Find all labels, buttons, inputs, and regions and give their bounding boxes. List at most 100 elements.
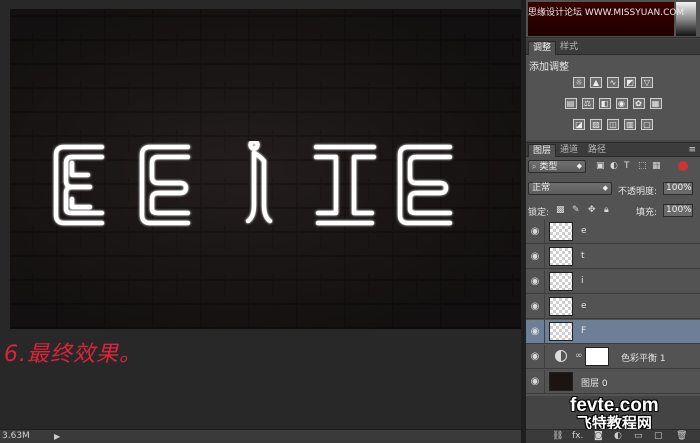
adjustment-row-1: ☼ ▲ ∿ ◩ ▽ [526, 77, 700, 88]
color-panel: 思缘设计论坛 WWW.MISSYUAN.COM [526, 0, 700, 38]
letter-e-3 [397, 144, 453, 226]
layer-filter-select[interactable]: ⌕ 类型 ◆ [528, 160, 586, 173]
layer-name: F [581, 326, 587, 336]
adjustment-row-3: ◪ ▨ ◫ ▥ ▢ [526, 119, 700, 130]
layer-name: e [581, 226, 587, 236]
link-icon[interactable]: ⛓ [552, 431, 563, 441]
exposure-icon[interactable]: ◩ [624, 77, 636, 88]
black-white-icon[interactable]: ◧ [598, 98, 611, 109]
add-adjustment-label: 添加调整 [529, 62, 569, 73]
filter-shape-icon[interactable]: ⬚ [638, 161, 647, 171]
doc-size-readout: 3.63M [2, 431, 30, 441]
photoshop-window: 6.最终效果。 3.63M ▶ 思缘设计论坛 WWW.MISSYUAN.COM … [0, 0, 700, 443]
watermark-text: 思缘设计论坛 WWW.MISSYUAN.COM [528, 8, 685, 18]
blend-mode-value: 正常 [532, 183, 551, 193]
visibility-eye-icon[interactable]: ◉ [528, 376, 542, 387]
watermark-domain: fevte.com [570, 395, 659, 416]
curves-icon[interactable]: ∿ [607, 77, 619, 88]
new-layer-icon[interactable]: ▢ [654, 431, 663, 441]
filter-toggle-icon[interactable] [678, 161, 688, 171]
filter-pixel-icon[interactable]: ▣ [596, 161, 605, 171]
filter-type-icon[interactable]: T [624, 161, 630, 171]
layer-row[interactable]: ◉ i [526, 270, 700, 294]
lock-position-icon[interactable]: ✥ [588, 205, 596, 215]
lock-all-icon[interactable]: 🔒︎ [604, 205, 609, 215]
layer-row[interactable]: ◉ t [526, 245, 700, 269]
layer-name: i [581, 276, 584, 286]
site-watermark: fevte.com 飞特教程网 [570, 396, 659, 431]
right-panel-dock: 思缘设计论坛 WWW.MISSYUAN.COM 调整 样式 添加调整 ☼ ▲ ∿… [526, 0, 700, 443]
visibility-eye-icon[interactable]: ◉ [528, 351, 542, 362]
lock-label: 锁定: [528, 208, 550, 218]
layers-toolbar: ⌕ 类型 ◆ ▣ ◐ T ⬚ ▦ 正常 ◆ 不透明度: 100% 锁定: ▩ ✎ ✥… [526, 157, 700, 220]
invert-icon[interactable]: ◪ [573, 119, 585, 130]
letter-t [313, 144, 377, 226]
visibility-eye-icon[interactable]: ◉ [528, 251, 542, 262]
visibility-eye-icon[interactable]: ◉ [528, 326, 542, 337]
opacity-field[interactable]: 100% [663, 182, 693, 195]
layer-thumbnail [549, 372, 573, 391]
letter-i [245, 141, 273, 224]
brightness-icon[interactable]: ☼ [573, 77, 585, 88]
lock-transparent-icon[interactable]: ▩ [556, 205, 565, 215]
adjustments-tabbar: 调整 样式 [526, 39, 700, 55]
channel-mixer-icon[interactable]: ✿ [632, 98, 645, 109]
color-balance-icon [555, 350, 567, 362]
layer-row[interactable]: ◉ e [526, 295, 700, 319]
adjustments-panel: 添加调整 ☼ ▲ ∿ ◩ ▽ ▤ ⚖ ◧ ◉ ✿ ▦ ◪ ▨ ◫ ▥ ▢ [526, 55, 700, 140]
layer-thumbnail [549, 297, 573, 316]
mask-icon[interactable]: ◙ [594, 431, 603, 441]
layers-tabbar: 图层 通道 路径 ≡ [526, 142, 700, 158]
layer-thumbnail [549, 222, 573, 241]
filter-smart-object-icon[interactable]: ▦ [652, 161, 661, 171]
opacity-label: 不透明度: [618, 187, 658, 197]
layer-thumbnail [549, 247, 573, 266]
chain-link-icon[interactable]: ∞ [575, 351, 583, 361]
status-menu-arrow-icon[interactable]: ▶ [54, 431, 60, 443]
letter-e-2 [139, 144, 191, 226]
folder-icon[interactable]: ▭ [634, 431, 643, 441]
vibrance-icon[interactable]: ▽ [641, 77, 653, 88]
layer-filter-value: 类型 [539, 162, 558, 172]
lock-image-icon[interactable]: ✎ [572, 205, 580, 215]
gradient-map-icon[interactable]: ▥ [624, 119, 636, 130]
levels-icon[interactable]: ▲ [590, 77, 602, 88]
result-caption: 6.最终效果。 [4, 342, 142, 367]
layers-footer-toolbar: ⛓ fx. ◙ ◐ ▭ ▢ 🗑︎ [526, 429, 700, 443]
layer-thumbnail [549, 322, 573, 341]
layer-name: 图层 0 [581, 379, 608, 389]
panel-menu-icon[interactable]: ≡ [688, 145, 696, 155]
filter-adjustment-icon[interactable]: ◐ [610, 161, 618, 171]
visibility-eye-icon[interactable]: ◉ [528, 301, 542, 312]
hue-sat-icon[interactable]: ▤ [564, 98, 577, 109]
fx-icon[interactable]: fx. [572, 431, 583, 441]
color-balance-icon[interactable]: ⚖ [581, 98, 594, 109]
adjustment-icon[interactable]: ◐ [614, 431, 622, 441]
tab-paths[interactable]: 路径 [584, 144, 610, 158]
visibility-eye-icon[interactable]: ◉ [528, 276, 542, 287]
tab-channels[interactable]: 通道 [556, 144, 582, 158]
layers-footer: fevte.com 飞特教程网 ⛓ fx. ◙ ◐ ▭ ▢ 🗑︎ [526, 396, 700, 443]
tab-adjustments[interactable]: 调整 [528, 41, 557, 55]
fill-field[interactable]: 100% [663, 204, 693, 217]
blend-mode-select[interactable]: 正常 ◆ [528, 182, 612, 195]
threshold-icon[interactable]: ◫ [607, 119, 619, 130]
tab-styles[interactable]: 样式 [556, 41, 582, 55]
layer-row-adjustment[interactable]: ◉ ∞ 色彩平衡 1 [526, 345, 700, 369]
layer-row-background[interactable]: ◉ 图层 0 [526, 370, 700, 394]
document-canvas[interactable] [10, 9, 521, 329]
photo-filter-icon[interactable]: ◉ [615, 98, 628, 109]
color-lookup-icon[interactable]: ▦ [649, 98, 662, 109]
adjustment-row-2: ▤ ⚖ ◧ ◉ ✿ ▦ [526, 98, 700, 109]
letter-e-1 [53, 144, 105, 226]
layer-row-selected[interactable]: ◉ F [526, 320, 700, 344]
layer-row[interactable]: ◉ e [526, 220, 700, 244]
selective-color-icon[interactable]: ▢ [641, 119, 653, 130]
posterize-icon[interactable]: ▨ [590, 119, 602, 130]
layers-list: ◉ e ◉ t ◉ i ◉ e ◉ F ◉ ∞ 色彩平衡 1 ◉ 图层 0 [526, 220, 700, 396]
fill-label: 填充: [636, 208, 658, 218]
trash-icon[interactable]: 🗑︎ [676, 431, 687, 441]
layer-name: t [581, 251, 585, 261]
tab-layers[interactable]: 图层 [528, 144, 557, 158]
visibility-eye-icon[interactable]: ◉ [528, 226, 542, 237]
